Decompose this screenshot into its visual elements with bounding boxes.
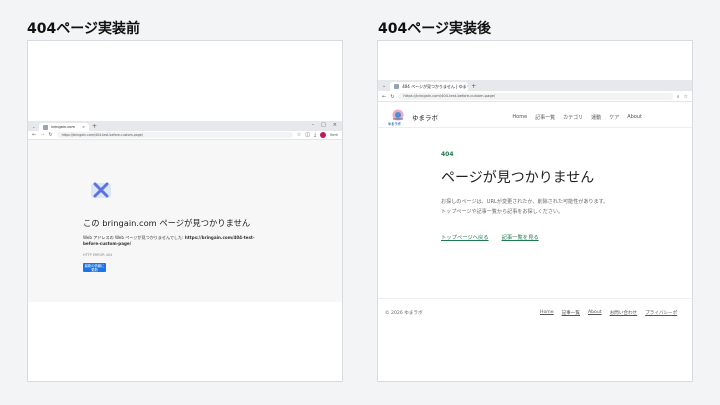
browser-tab-bar: ⌄ 404 ページが見つかりません | ゆまラボ × + (378, 80, 692, 91)
after-screenshot-panel: ⌄ 404 ページが見つかりません | ゆまラボ × + ← ↻ https:/… (377, 40, 693, 382)
copyright: © 2026 ゆまラボ (385, 311, 423, 316)
nav-category[interactable]: カテゴリ (563, 114, 583, 121)
address-bar: ← ↻ https://bringain.com/404-test-before… (378, 92, 692, 102)
profile-avatar[interactable] (320, 132, 327, 138)
footer-link-articles[interactable]: 記事一覧 (562, 310, 580, 316)
after-heading: 404ページ実装後 (378, 21, 491, 37)
star-icon[interactable]: ☆ (297, 132, 301, 138)
maximize-icon[interactable]: □ (321, 120, 326, 131)
tab-list-icon[interactable]: ⌄ (32, 123, 35, 131)
tab-title: bringain.com (51, 125, 75, 129)
reload-icon[interactable]: ↻ (48, 132, 52, 138)
close-window-icon[interactable]: × (333, 120, 337, 131)
site-header: ゆまラボ ゆまラボ Home 記事一覧 カテゴリ 運動 ケア About (378, 103, 692, 128)
footer-link-privacy[interactable]: プライバシーポ (645, 310, 677, 316)
address-bar: ← → ↻ https://bringain.com/404-test-befo… (28, 131, 342, 140)
back-icon[interactable]: ← (382, 94, 386, 100)
site-nav: Home 記事一覧 カテゴリ 運動 ケア About (512, 114, 642, 121)
message-line: お探しのページは、URLが変更されたか、削除された可能性があります。 (441, 199, 609, 205)
site-footer: © 2026 ゆまラボ Home 記事一覧 About お問い合わせ プライバシ… (378, 298, 692, 318)
url-input[interactable]: https://bringain.com/404-test-before-cus… (56, 132, 293, 138)
error-code: HTTP ERROR 404 (83, 253, 113, 257)
custom-404-page: ゆまラボ ゆまラボ Home 記事一覧 カテゴリ 運動 ケア About (378, 103, 692, 381)
before-heading: 404ページ実装前 (27, 21, 140, 37)
site-name[interactable]: ゆまラボ (412, 112, 438, 122)
reload-button[interactable]: 最新の情報に更新 (83, 263, 106, 272)
url-input[interactable]: https://bringain.com/404-test-before-cus… (398, 93, 673, 100)
browser-tab[interactable]: bringain.com × (39, 123, 89, 131)
back-icon[interactable]: ← (32, 132, 36, 138)
nav-articles[interactable]: 記事一覧 (535, 114, 555, 121)
error-title: この bringain.com ページが見つかりません (83, 218, 251, 228)
reload-icon[interactable]: ↻ (390, 94, 394, 100)
profile-label: Berk (330, 133, 338, 137)
star-icon[interactable]: ☆ (684, 94, 688, 100)
nav-care[interactable]: ケア (609, 114, 619, 121)
nav-exercise[interactable]: 運動 (591, 114, 601, 121)
nav-about[interactable]: About (627, 114, 642, 121)
favicon-icon (43, 124, 49, 130)
new-tab-icon[interactable]: + (471, 82, 476, 91)
nav-home[interactable]: Home (512, 114, 527, 121)
back-to-top-link[interactable]: トップページへ戻る (441, 233, 489, 241)
chrome-error-page: この bringain.com ページが見つかりません Web アドレスの We… (28, 140, 342, 302)
tab-title: 404 ページが見つかりません | ゆまラボ (402, 84, 469, 89)
download-icon[interactable]: ⤓ (314, 132, 316, 138)
footer-nav: Home 記事一覧 About お問い合わせ プライバシーポ (540, 310, 677, 316)
close-tab-icon[interactable]: × (82, 123, 85, 131)
browser-tab-bar: ⌄ bringain.com × + – □ × (28, 121, 342, 131)
footer-link-about[interactable]: About (588, 310, 602, 316)
page-title: ページが見つかりません (441, 170, 595, 186)
before-screenshot-panel: ⌄ bringain.com × + – □ × ← → ↻ https://b… (27, 40, 343, 382)
error-message: お探しのページは、URLが変更されたか、削除された可能性があります。 トップペー… (441, 197, 608, 217)
page-not-found-icon (91, 182, 111, 198)
forward-icon[interactable]: → (40, 132, 44, 138)
tab-list-icon[interactable]: ⌄ (382, 82, 386, 91)
message-line: トップページや記事一覧から記事をお探しください。 (441, 209, 564, 215)
browser-tab[interactable]: 404 ページが見つかりません | ゆまラボ × (390, 82, 469, 91)
minimize-icon[interactable]: – (312, 120, 315, 131)
zoom-icon[interactable]: ⌕ (677, 94, 680, 100)
extensions-icon[interactable]: ◫ (305, 132, 310, 138)
new-tab-icon[interactable]: + (92, 122, 97, 131)
error-description: Web アドレスの Web ページが見つかりませんでした: https://br… (83, 235, 255, 247)
recovery-links: トップページへ戻る 記事一覧を見る (441, 233, 539, 241)
footer-link-home[interactable]: Home (540, 310, 554, 316)
favicon-icon (394, 84, 400, 89)
footer-link-contact[interactable]: お問い合わせ (610, 310, 638, 316)
window-controls: – □ × (312, 120, 342, 131)
article-list-link[interactable]: 記事一覧を見る (502, 233, 539, 241)
error-code: 404 (441, 151, 454, 158)
logo-text: ゆまラボ (388, 122, 401, 126)
